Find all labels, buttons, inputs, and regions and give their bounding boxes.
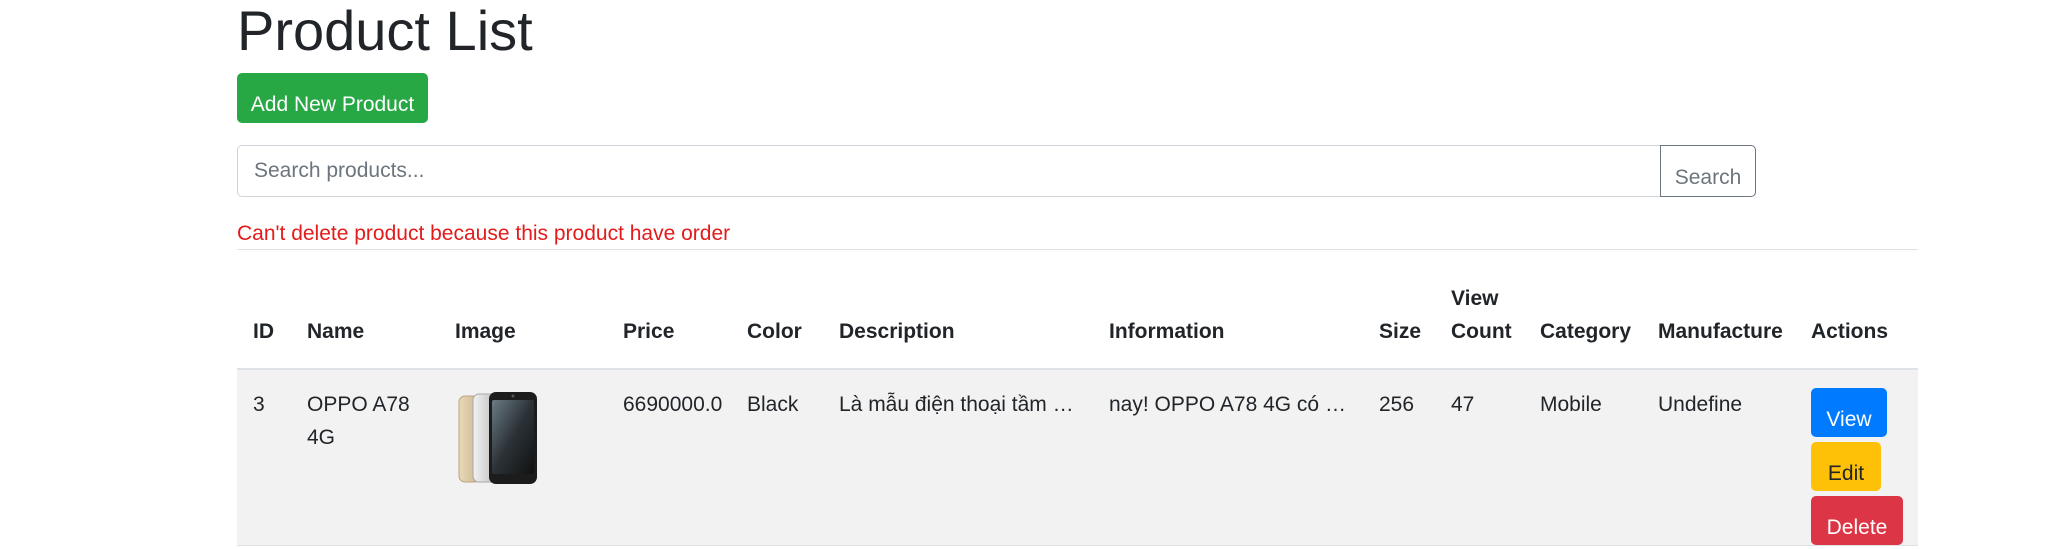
header-view-count: View Count <box>1435 249 1524 370</box>
cell-manufacture: Undefine <box>1642 368 1795 546</box>
cell-information: nay! OPPO A78 4G có gì mới <box>1093 368 1363 546</box>
header-actions: Actions <box>1795 249 1918 370</box>
row-actions: View Edit Delete <box>1811 388 1903 545</box>
header-information: Information <box>1093 249 1363 370</box>
cell-view-count: 47 <box>1435 368 1524 546</box>
cell-actions: View Edit Delete <box>1795 368 1918 546</box>
header-size: Size <box>1363 249 1435 370</box>
cell-price: 6690000.0 <box>607 368 731 546</box>
header-name: Name <box>291 249 439 370</box>
table-row: 3 OPPO A78 4G 6690000.0 Black Là mẫu điệ… <box>237 368 1918 546</box>
error-message: Can't delete product because this produc… <box>237 222 731 245</box>
edit-button[interactable]: Edit <box>1811 442 1881 491</box>
cell-description: Là mẫu điện thoại tầm trung <box>823 368 1093 546</box>
page-title: Product List <box>237 0 533 62</box>
product-table-container: ID Name Image Price Color Description In… <box>237 249 1918 546</box>
cell-size: 256 <box>1363 368 1435 546</box>
smartphone-product-image <box>458 392 537 484</box>
add-new-product-button[interactable]: Add New Product <box>237 73 428 123</box>
header-image: Image <box>439 249 607 370</box>
table-header-row: ID Name Image Price Color Description In… <box>237 249 1918 370</box>
search-input[interactable] <box>237 145 1661 197</box>
delete-button[interactable]: Delete <box>1811 496 1903 545</box>
cell-id: 3 <box>237 368 291 546</box>
search-button[interactable]: Search <box>1660 145 1756 197</box>
cell-color: Black <box>731 368 823 546</box>
description-text: Là mẫu điện thoại tầm trung <box>839 393 1077 416</box>
cell-image <box>439 368 607 546</box>
header-price: Price <box>607 249 731 370</box>
product-table: ID Name Image Price Color Description In… <box>237 249 1918 546</box>
view-button[interactable]: View <box>1811 388 1887 437</box>
header-description: Description <box>823 249 1093 370</box>
header-category: Category <box>1524 249 1642 370</box>
cell-name: OPPO A78 4G <box>291 368 439 546</box>
header-id: ID <box>237 249 291 370</box>
cell-category: Mobile <box>1524 368 1642 546</box>
header-color: Color <box>731 249 823 370</box>
information-text: nay! OPPO A78 4G có gì mới <box>1109 393 1347 416</box>
header-manufacture: Manufacture <box>1642 249 1795 370</box>
